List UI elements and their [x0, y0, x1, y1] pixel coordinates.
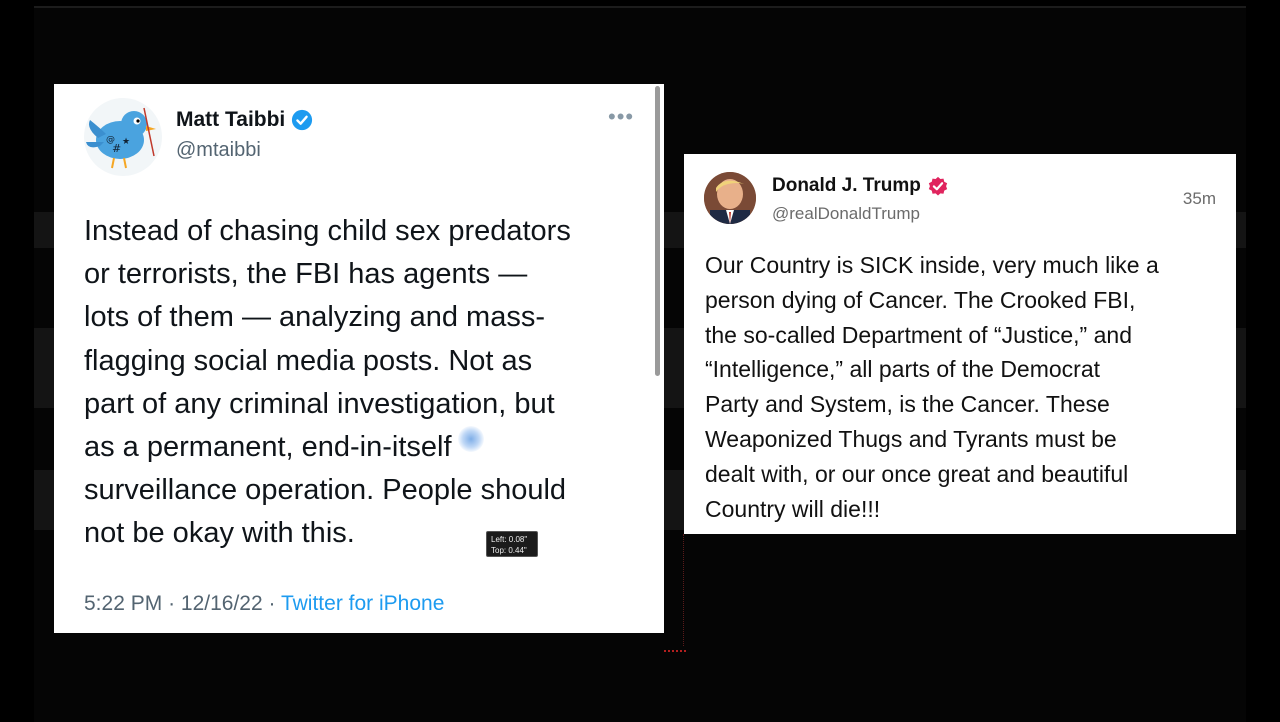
tweet-time[interactable]: 5:22 PM	[84, 592, 162, 615]
post-text-line: dealt with, or our once great and beauti…	[705, 460, 1129, 487]
meta-separator: ·	[168, 592, 176, 615]
post-text-line: person dying of Cancer. The Crooked FBI,	[705, 286, 1136, 313]
post-text-line: Party and System, is the Cancer. These	[705, 391, 1110, 418]
tweet-text-line: or terrorists, the FBI has agents —	[84, 258, 528, 291]
post-text-line: “Intelligence,” all parts of the Democra…	[705, 356, 1101, 383]
tweet-text-line: lots of them — analyzing and mass-	[84, 301, 545, 334]
author-name[interactable]: Donald J. Trump	[772, 175, 949, 197]
tweet-text: Instead of chasing child sex predators o…	[84, 210, 644, 556]
svg-text:★: ★	[122, 137, 130, 147]
post-text-line: Our Country is SICK inside, very much li…	[705, 252, 1159, 278]
author-handle[interactable]: @mtaibbi	[176, 139, 261, 162]
tweet-text-line: part of any criminal investigation, but	[84, 387, 555, 420]
author-handle[interactable]: @realDonaldTrump	[772, 204, 920, 224]
svg-text:#: #	[112, 142, 121, 155]
tweet-text-line: Instead of chasing child sex predators	[84, 215, 571, 247]
post-text-line: Country will die!!!	[705, 495, 881, 522]
post-text-line: Weaponized Thugs and Tyrants must be	[705, 425, 1117, 452]
meta-separator: ·	[268, 592, 276, 615]
bird-avatar-icon: @ # ★	[86, 107, 156, 169]
post-time[interactable]: 35m	[1183, 189, 1216, 209]
more-options-icon[interactable]: •••	[608, 104, 634, 130]
tooltip-left: Left: 0.08"	[491, 535, 528, 544]
tweet-card: @ # ★ Matt Taibbi @mtaibbi ••• Instead o…	[54, 84, 664, 633]
selection-handle[interactable]	[664, 644, 686, 652]
post-card: Donald J. Trump @realDonaldTrump 35m Our…	[684, 154, 1236, 534]
avatar[interactable]	[704, 172, 756, 224]
verified-badge-icon	[292, 109, 313, 131]
tweet-text-line: not be okay with this.	[84, 517, 355, 550]
scrollbar[interactable]	[655, 86, 660, 376]
tweet-text-line: flagging social media posts. Not as	[84, 344, 533, 377]
post-text: Our Country is SICK inside, very much li…	[705, 248, 1220, 526]
selection-guide-line	[683, 534, 684, 646]
avatar[interactable]: @ # ★	[84, 98, 162, 176]
tweet-text-line: as a permanent, end-in-itself	[84, 431, 452, 464]
tweet-text-line: surveillance operation. People should	[84, 474, 567, 507]
tooltip-top: Top: 0.44"	[491, 546, 527, 555]
verified-badge-icon	[928, 176, 948, 196]
author-name-text[interactable]: Donald J. Trump	[772, 175, 921, 197]
tweet-date[interactable]: 12/16/22	[181, 592, 263, 615]
author-name-text[interactable]: Matt Taibbi	[176, 108, 285, 132]
position-tooltip: Left: 0.08" Top: 0.44"	[486, 531, 538, 557]
author-name[interactable]: Matt Taibbi	[176, 108, 313, 132]
cursor-highlight-icon	[458, 426, 484, 452]
tweet-source-link[interactable]: Twitter for iPhone	[281, 592, 444, 615]
person-avatar-icon	[704, 172, 756, 224]
post-text-line: the so-called Department of “Justice,” a…	[705, 321, 1132, 348]
tweet-meta: 5:22 PM · 12/16/22 · Twitter for iPhone	[84, 592, 444, 616]
